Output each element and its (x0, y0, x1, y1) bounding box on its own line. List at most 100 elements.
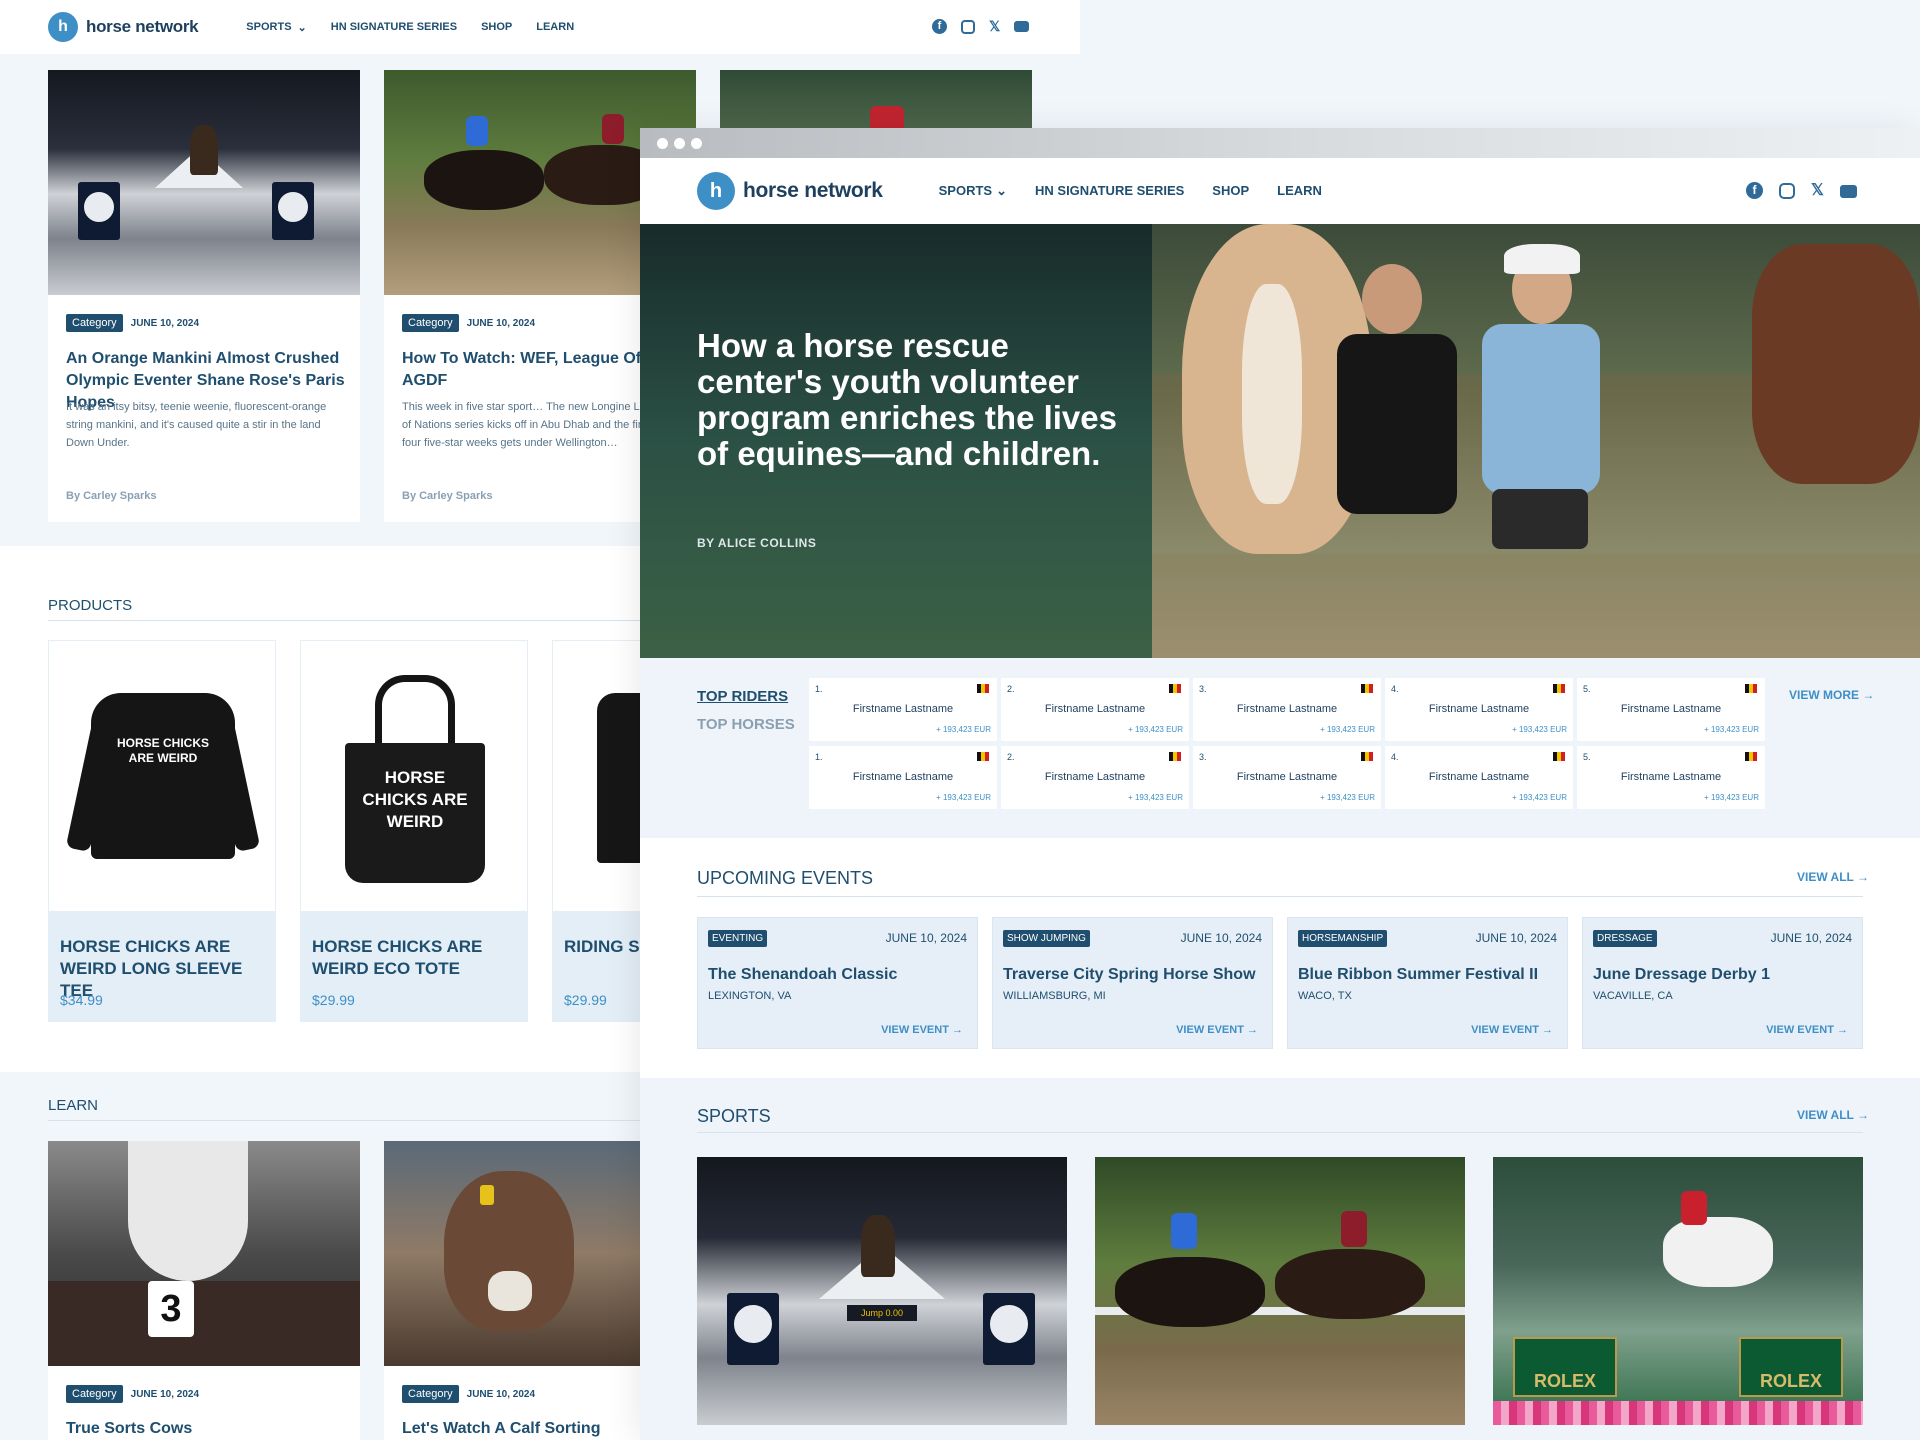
category-tag[interactable]: Category (402, 1385, 459, 1403)
chevron-down-icon[interactable]: ⌄ (298, 21, 307, 34)
rank-number: 5. (1583, 752, 1591, 762)
ranking-cell[interactable]: 3. Firstname Lastname + 193,423 EUR (1193, 678, 1381, 741)
rider-name: Firstname Lastname (1428, 771, 1530, 783)
arrow-right-icon: → (952, 1024, 963, 1036)
facebook-icon[interactable]: f (1746, 182, 1763, 199)
ranking-cell[interactable]: 3. Firstname Lastname + 193,423 EUR (1193, 746, 1381, 809)
rider-name: Firstname Lastname (852, 703, 954, 715)
window-minimize-button[interactable] (674, 138, 685, 149)
event-card[interactable]: EVENTING JUNE 10, 2024 The Shenandoah Cl… (697, 917, 978, 1049)
arrow-right-icon: → (1247, 1024, 1258, 1036)
category-tag[interactable]: Category (66, 314, 123, 332)
youtube-icon[interactable] (1839, 185, 1857, 198)
sports-image-horse-racing[interactable] (1095, 1157, 1465, 1425)
article-title[interactable]: True Sorts Cows (66, 1418, 356, 1440)
rider-name: Firstname Lastname (1044, 703, 1146, 715)
instagram-icon[interactable] (961, 19, 975, 34)
rider-points: + 193,423 EUR (936, 793, 991, 802)
product-image-eco-tote: HORSE CHICKS ARE WEIRD (300, 640, 528, 912)
event-discipline-tag: DRESSAGE (1593, 930, 1657, 947)
ranking-cell[interactable]: 1. Firstname Lastname + 193,423 EUR (809, 746, 997, 809)
category-tag[interactable]: Category (66, 1385, 123, 1403)
view-event-link[interactable]: VIEW EVENT → (881, 1024, 963, 1036)
divider (697, 1132, 1863, 1133)
event-name: Traverse City Spring Horse Show (1003, 966, 1256, 983)
x-icon[interactable]: 𝕏 (989, 18, 1000, 35)
ranking-cell[interactable]: 4. Firstname Lastname + 193,423 EUR (1385, 746, 1573, 809)
divider (697, 896, 1863, 897)
rank-number: 5. (1583, 684, 1591, 694)
nav-learn[interactable]: LEARN (536, 21, 574, 34)
event-name: The Shenandoah Classic (708, 966, 898, 983)
nav-shop[interactable]: SHOP (1212, 183, 1249, 199)
event-card[interactable]: SHOW JUMPING JUNE 10, 2024 Traverse City… (992, 917, 1273, 1049)
learn-card[interactable]: 3 Category JUNE 10, 2024 True Sorts Cows (48, 1141, 360, 1440)
window-maximize-button[interactable] (691, 138, 702, 149)
rank-number: 1. (815, 684, 823, 694)
x-icon[interactable]: 𝕏 (1811, 182, 1824, 199)
rider-name: Firstname Lastname (1620, 771, 1722, 783)
product-price: $29.99 (312, 992, 355, 1008)
facebook-icon[interactable]: f (932, 19, 947, 34)
chevron-down-icon[interactable]: ⌄ (996, 183, 1007, 199)
view-more-link[interactable]: VIEW MORE → (1789, 688, 1874, 702)
sports-view-all-link[interactable]: VIEW ALL → (1797, 1108, 1869, 1122)
category-tag[interactable]: Category (402, 314, 459, 332)
nav-hn-signature-series[interactable]: HN SIGNATURE SERIES (331, 21, 457, 34)
arrow-right-icon: → (1862, 688, 1875, 702)
event-location: WILLIAMSBURG, MI (1003, 990, 1106, 1002)
arrow-right-icon: → (1857, 870, 1870, 884)
bib-number: 3 (148, 1281, 194, 1337)
ranking-cell[interactable]: 1. Firstname Lastname + 193,423 EUR (809, 678, 997, 741)
nav-learn[interactable]: LEARN (1277, 183, 1322, 199)
arrow-right-icon: → (1857, 1108, 1870, 1122)
tab-top-riders[interactable]: TOP RIDERS (697, 688, 788, 705)
product-card[interactable]: HORSE CHICKS ARE WEIRD HORSE CHICKS ARE … (48, 640, 276, 1022)
belgium-flag-icon (1169, 752, 1181, 761)
ranking-cell[interactable]: 4. Firstname Lastname + 193,423 EUR (1385, 678, 1573, 741)
belgium-flag-icon (1169, 684, 1181, 693)
event-date: JUNE 10, 2024 (1475, 931, 1557, 945)
ranking-cell[interactable]: 5. Firstname Lastname + 193,423 EUR (1577, 678, 1765, 741)
article-date: JUNE 10, 2024 (130, 1389, 200, 1400)
view-all-label: VIEW ALL (1797, 1108, 1854, 1122)
site-logo[interactable]: h horse network (697, 172, 883, 210)
view-event-link[interactable]: VIEW EVENT → (1176, 1024, 1258, 1036)
sports-heading: SPORTS (697, 1106, 771, 1126)
sports-image-rolex-jumping[interactable]: ROLEX ROLEX (1493, 1157, 1863, 1425)
event-card[interactable]: HORSEMANSHIP JUNE 10, 2024 Blue Ribbon S… (1287, 917, 1568, 1049)
youtube-icon[interactable] (1014, 21, 1030, 32)
nav-sports[interactable]: SPORTS (939, 183, 992, 199)
sports-image-show-jumping[interactable]: Jump 0.00 (697, 1157, 1067, 1425)
belgium-flag-icon (1361, 752, 1373, 761)
view-event-link[interactable]: VIEW EVENT → (1471, 1024, 1553, 1036)
arrow-right-icon: → (1837, 1024, 1848, 1036)
instagram-icon[interactable] (1779, 182, 1795, 199)
view-event-link[interactable]: VIEW EVENT → (1766, 1024, 1848, 1036)
product-name[interactable]: HORSE CHICKS ARE WEIRD ECO TOTE (312, 936, 522, 980)
window-close-button[interactable] (657, 138, 668, 149)
nav-sports[interactable]: SPORTS (246, 21, 291, 34)
belgium-flag-icon (1745, 752, 1757, 761)
ranking-cell[interactable]: 2. Firstname Lastname + 193,423 EUR (1001, 746, 1189, 809)
product-card[interactable]: HORSE CHICKS ARE WEIRD HORSE CHICKS ARE … (300, 640, 528, 1022)
event-date: JUNE 10, 2024 (1180, 931, 1262, 945)
event-card[interactable]: DRESSAGE JUNE 10, 2024 June Dressage Der… (1582, 917, 1863, 1049)
hero-image-girls-with-horse (1152, 224, 1920, 658)
article-card[interactable]: Category JUNE 10, 2024 An Orange Mankini … (48, 70, 360, 522)
article-image-show-jumping (48, 70, 360, 295)
hero-feature[interactable]: How a horse rescue center's youth volunt… (640, 224, 1920, 658)
ranking-cell[interactable]: 2. Firstname Lastname + 193,423 EUR (1001, 678, 1189, 741)
event-location: LEXINGTON, VA (708, 990, 792, 1002)
nav-shop[interactable]: SHOP (481, 21, 512, 34)
nav-hn-signature-series[interactable]: HN SIGNATURE SERIES (1035, 183, 1184, 199)
article-date: JUNE 10, 2024 (466, 1389, 536, 1400)
events-view-all-link[interactable]: VIEW ALL → (1797, 870, 1869, 884)
event-discipline-tag: SHOW JUMPING (1003, 930, 1090, 947)
ranking-cell[interactable]: 5. Firstname Lastname + 193,423 EUR (1577, 746, 1765, 809)
event-location: VACAVILLE, CA (1593, 990, 1673, 1002)
back-logo[interactable]: h horse network (48, 12, 199, 42)
tab-top-horses[interactable]: TOP HORSES (697, 716, 795, 733)
belgium-flag-icon (1361, 684, 1373, 693)
hero-title[interactable]: How a horse rescue center's youth volunt… (697, 328, 1137, 472)
